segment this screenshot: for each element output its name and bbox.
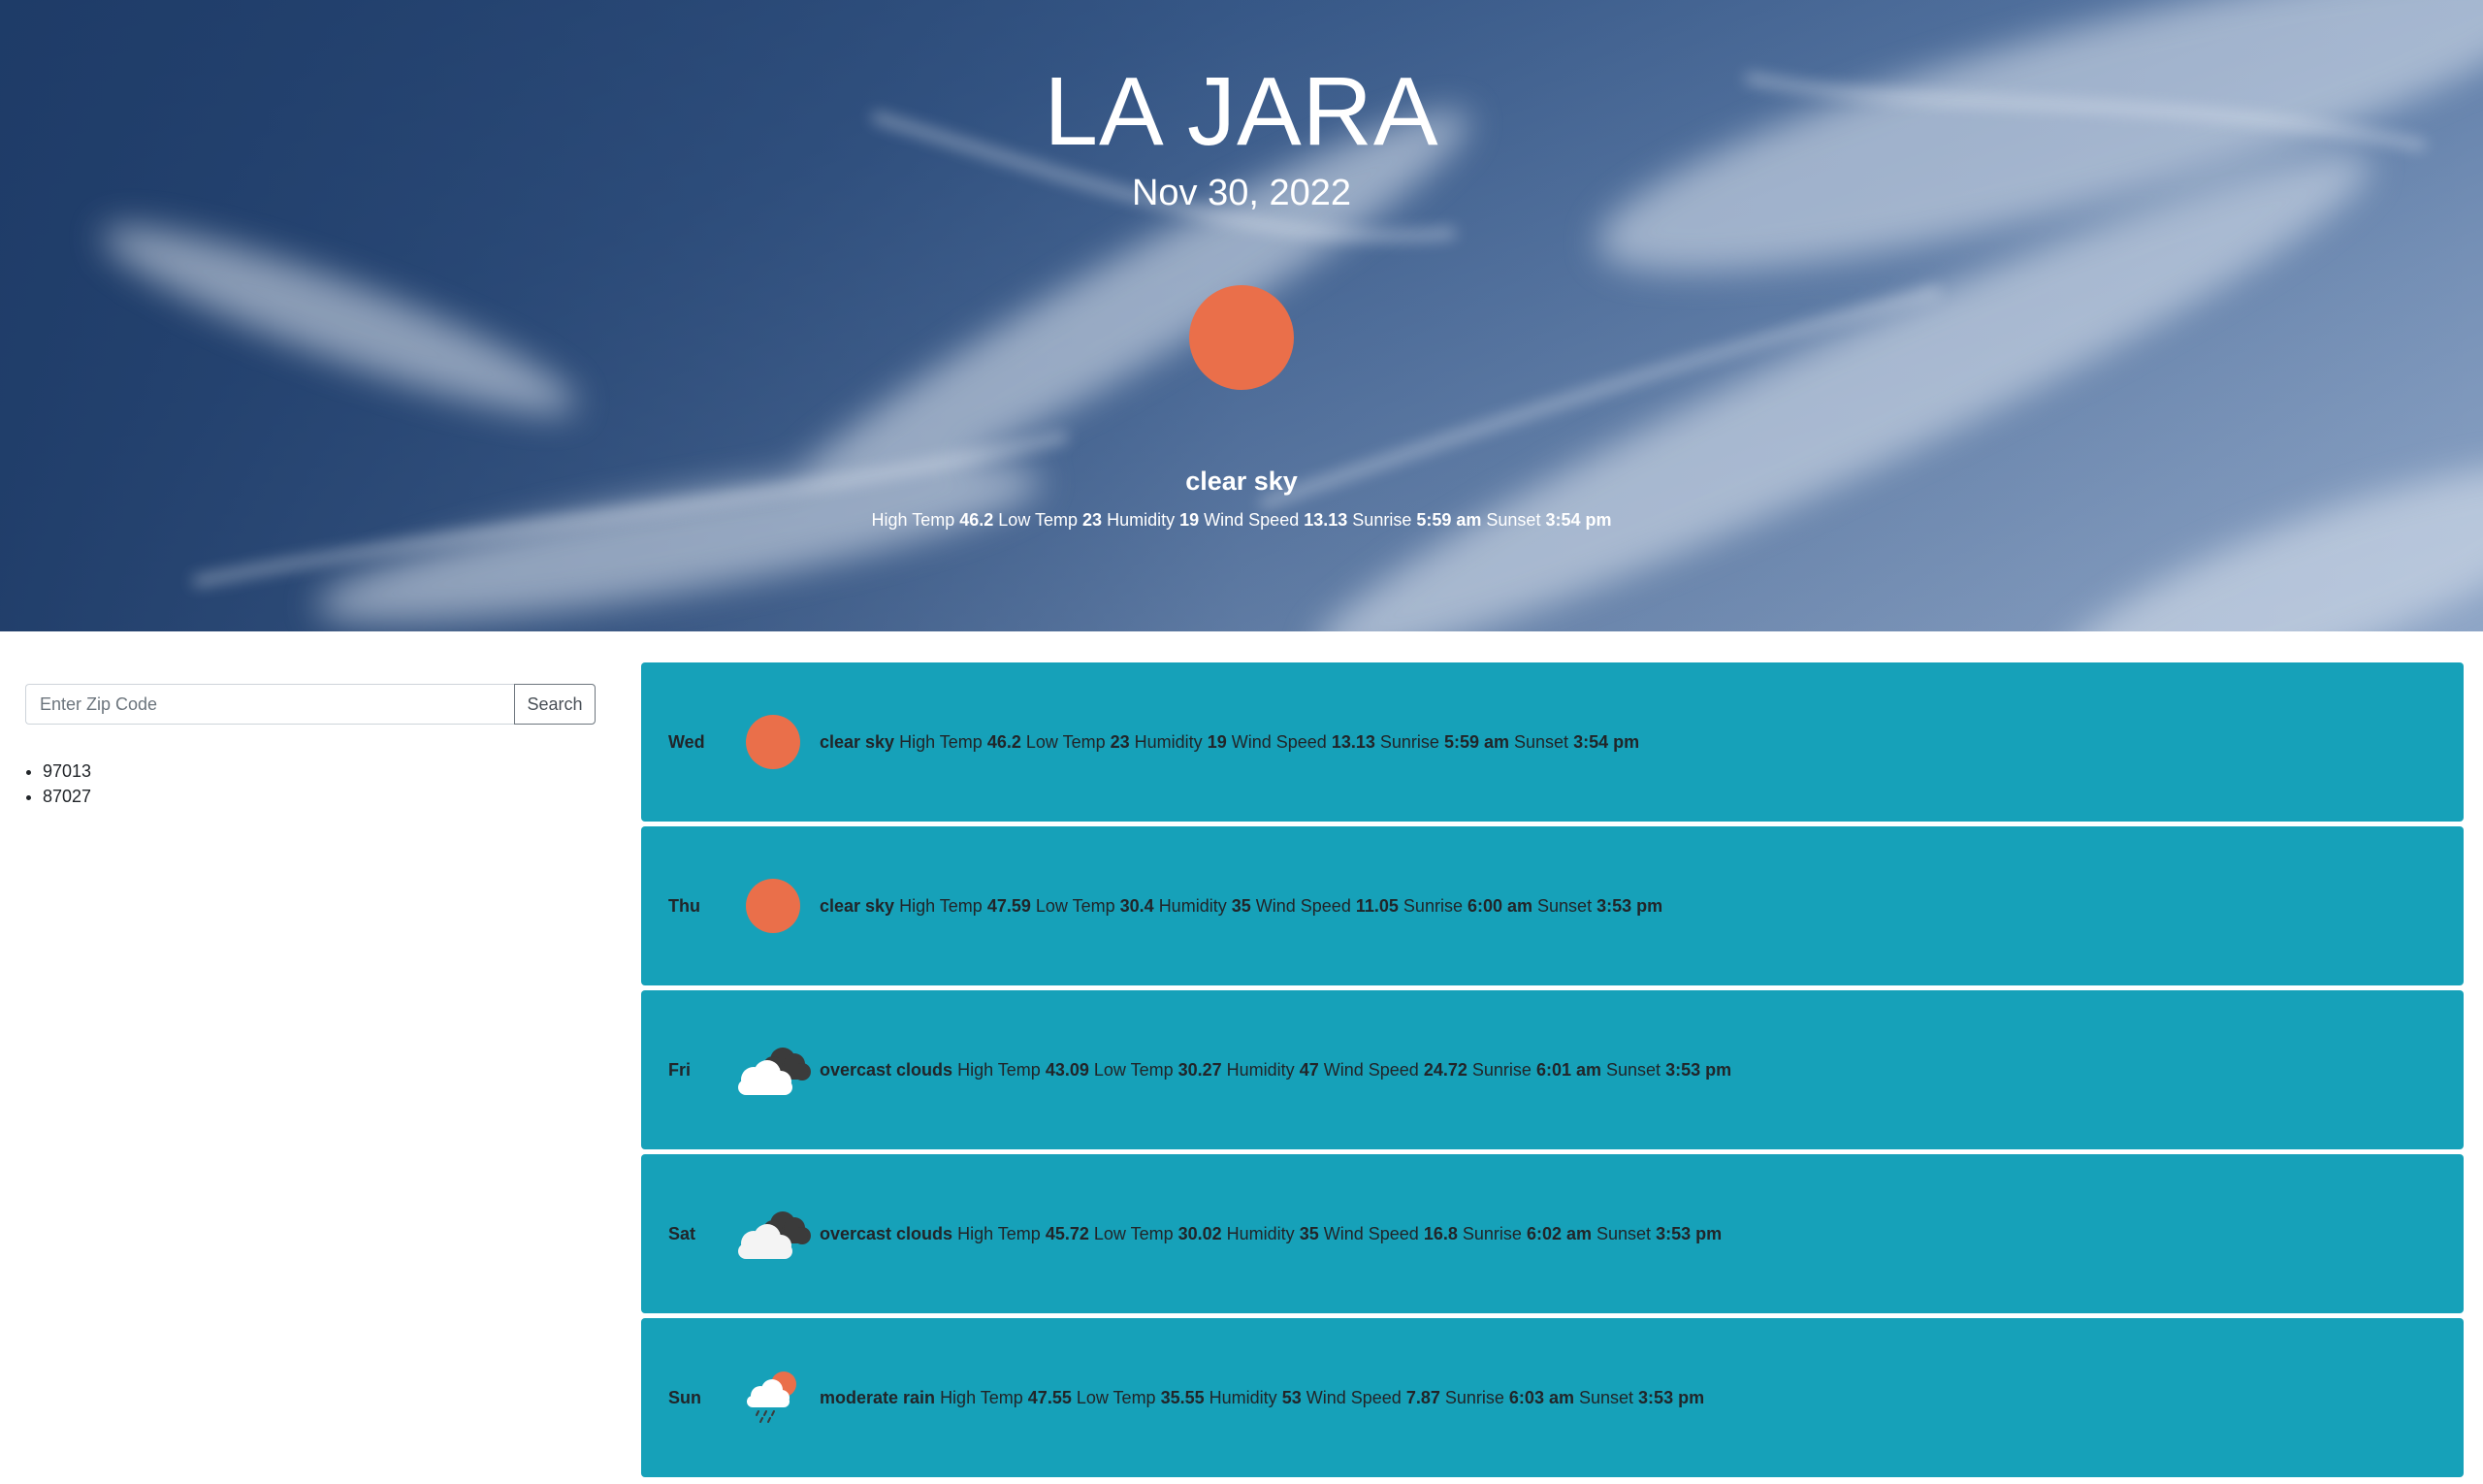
current-stats: High Temp 46.2 Low Temp 23 Humidity 19 W…	[0, 507, 2483, 532]
search-button[interactable]: Search	[514, 684, 596, 725]
forecast-list: Wed clear sky High Temp 46.2 Low Temp 23…	[641, 662, 2464, 1482]
day-details: overcast clouds High Temp 43.09 Low Temp…	[820, 1059, 1732, 1080]
current-description: clear sky	[1185, 467, 1298, 496]
rain-icon	[726, 1364, 820, 1432]
sun-icon	[726, 872, 820, 940]
stat-label: Wind Speed	[1204, 510, 1300, 530]
stat-value: 3:54 pm	[1545, 510, 1612, 530]
zip-search-form: Search	[25, 684, 596, 725]
zip-code-input[interactable]	[25, 684, 514, 725]
saved-zip-item[interactable]: 87027	[43, 784, 91, 809]
overcast-clouds-icon	[726, 1200, 820, 1268]
city-name: LA JARA	[1044, 57, 1439, 166]
day-name: Sun	[668, 1387, 701, 1407]
forecast-card: Fri overcast clouds High Temp 43.09 Low …	[641, 990, 2464, 1149]
sun-icon	[1189, 285, 1294, 390]
day-name: Fri	[668, 1059, 692, 1080]
day-details: clear sky High Temp 47.59 Low Temp 30.4 …	[820, 895, 1663, 916]
forecast-card: Sat overcast clouds High Temp 45.72 Low …	[641, 1154, 2464, 1313]
forecast-card: Thu clear sky High Temp 47.59 Low Temp 3…	[641, 826, 2464, 985]
stat-label: Sunrise	[1352, 510, 1412, 530]
day-name: Sat	[668, 1223, 696, 1243]
stat-value: 23	[1082, 510, 1103, 530]
stat-value: 19	[1179, 510, 1200, 530]
day-name: Thu	[668, 895, 700, 916]
forecast-card: Wed clear sky High Temp 46.2 Low Temp 23…	[641, 662, 2464, 822]
stat-label: Humidity	[1107, 510, 1176, 530]
day-name: Wed	[668, 731, 705, 752]
stat-value: 5:59 am	[1416, 510, 1482, 530]
day-details: clear sky High Temp 46.2 Low Temp 23 Hum…	[820, 731, 1640, 752]
stat-value: 13.13	[1304, 510, 1348, 530]
stat-value: 46.2	[959, 510, 994, 530]
current-date: Nov 30, 2022	[1131, 173, 1352, 213]
overcast-clouds-icon	[726, 1036, 820, 1104]
stat-label: High Temp	[871, 510, 955, 530]
stat-label: Sunset	[1486, 510, 1541, 530]
stat-label: Low Temp	[998, 510, 1079, 530]
forecast-card: Sun moderate rain High Temp 47.55 Low Te…	[641, 1318, 2464, 1477]
saved-zip-list: 97013 87027	[43, 758, 91, 809]
saved-zip-item[interactable]: 97013	[43, 758, 91, 784]
day-details: moderate rain High Temp 47.55 Low Temp 3…	[820, 1387, 1705, 1407]
hero-banner: LA JARA Nov 30, 2022 clear sky High Temp…	[0, 0, 2483, 631]
day-details: overcast clouds High Temp 45.72 Low Temp…	[820, 1223, 1723, 1243]
sun-icon	[726, 708, 820, 776]
